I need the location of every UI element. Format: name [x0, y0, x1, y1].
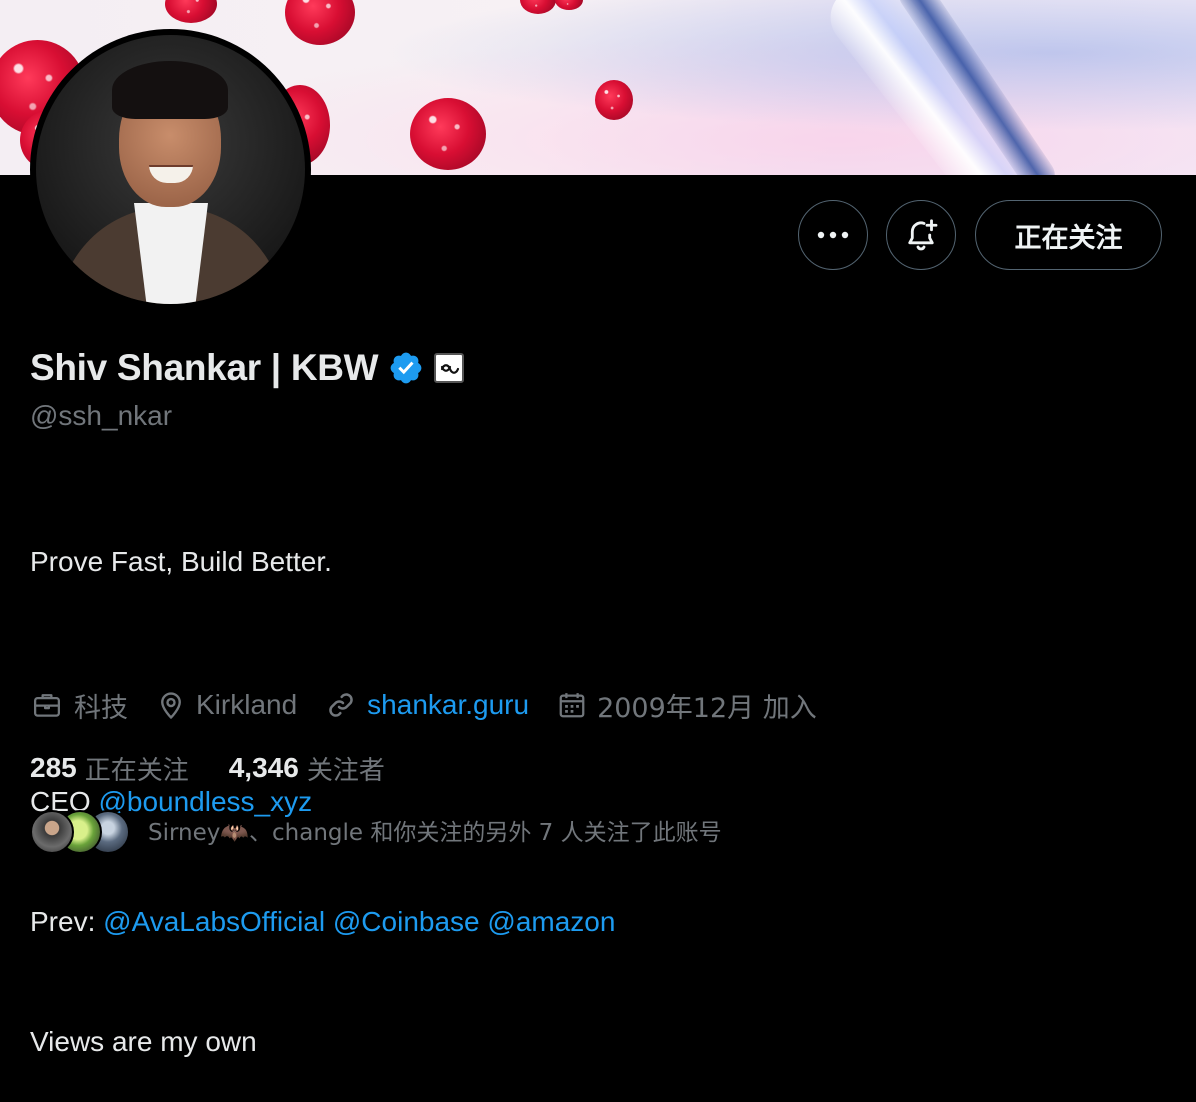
followers-you-know[interactable]: Sirney🦇、changle 和你关注的另外 7 人关注了此账号: [30, 808, 722, 854]
following-label: 正在关注: [84, 755, 189, 786]
meta-joined: 2009年12月 加入: [557, 686, 817, 725]
bio-line: Prev: @AvaLabsOfficial @Coinbase @amazon: [30, 902, 615, 942]
mutual-avatars: [30, 808, 130, 854]
mention-link[interactable]: @Coinbase: [333, 906, 480, 937]
profile-meta: 科技 Kirkland shankar.guru 2009年12月 加入: [30, 684, 845, 726]
category-label: 科技: [74, 692, 128, 724]
bio-line: Views are my own: [30, 1026, 257, 1057]
website-link[interactable]: shankar.guru: [367, 689, 529, 721]
link-icon: [329, 693, 353, 717]
calendar-icon: [559, 693, 585, 718]
verified-badge-icon[interactable]: [388, 350, 424, 386]
meta-category: 科技: [30, 686, 128, 725]
profile-name-row: Shiv Shankar | KBW: [30, 346, 465, 390]
followers-label: 关注者: [306, 755, 385, 786]
affiliation-badge[interactable]: [434, 353, 465, 383]
bio-text: Prev:: [30, 906, 104, 937]
profile-avatar[interactable]: [30, 29, 311, 310]
profile-stats: 285 正在关注 4,346 关注者: [30, 748, 425, 788]
following-button[interactable]: 正在关注: [975, 200, 1162, 270]
location-label: Kirkland: [196, 689, 298, 720]
profile-handle: @ssh_nkar: [30, 400, 173, 431]
more-horizontal-icon: [817, 231, 849, 239]
mention-link[interactable]: @AvaLabsOfficial: [103, 906, 325, 937]
mention-link[interactable]: @amazon: [487, 906, 615, 937]
followed-by-text: Sirney🦇、changle 和你关注的另外 7 人关注了此账号: [148, 820, 722, 846]
followers-stat[interactable]: 4,346 关注者: [229, 750, 385, 787]
location-pin-icon: [161, 692, 181, 719]
meta-website: shankar.guru: [325, 689, 529, 721]
followers-count: 4,346: [228, 752, 299, 783]
meta-location: Kirkland: [156, 689, 297, 721]
notifications-button[interactable]: [886, 200, 956, 270]
bio-line: Prove Fast, Build Better.: [30, 546, 332, 577]
display-name: Shiv Shankar | KBW: [30, 347, 379, 388]
bell-plus-icon: [908, 219, 938, 251]
mutual-avatar: [30, 810, 74, 854]
joined-label: 2009年12月 加入: [597, 692, 817, 724]
more-button[interactable]: [798, 200, 868, 270]
following-stat[interactable]: 285 正在关注: [30, 750, 189, 787]
affiliation-logo-icon: [441, 364, 460, 374]
following-count: 285: [30, 752, 77, 783]
briefcase-icon: [34, 694, 60, 717]
